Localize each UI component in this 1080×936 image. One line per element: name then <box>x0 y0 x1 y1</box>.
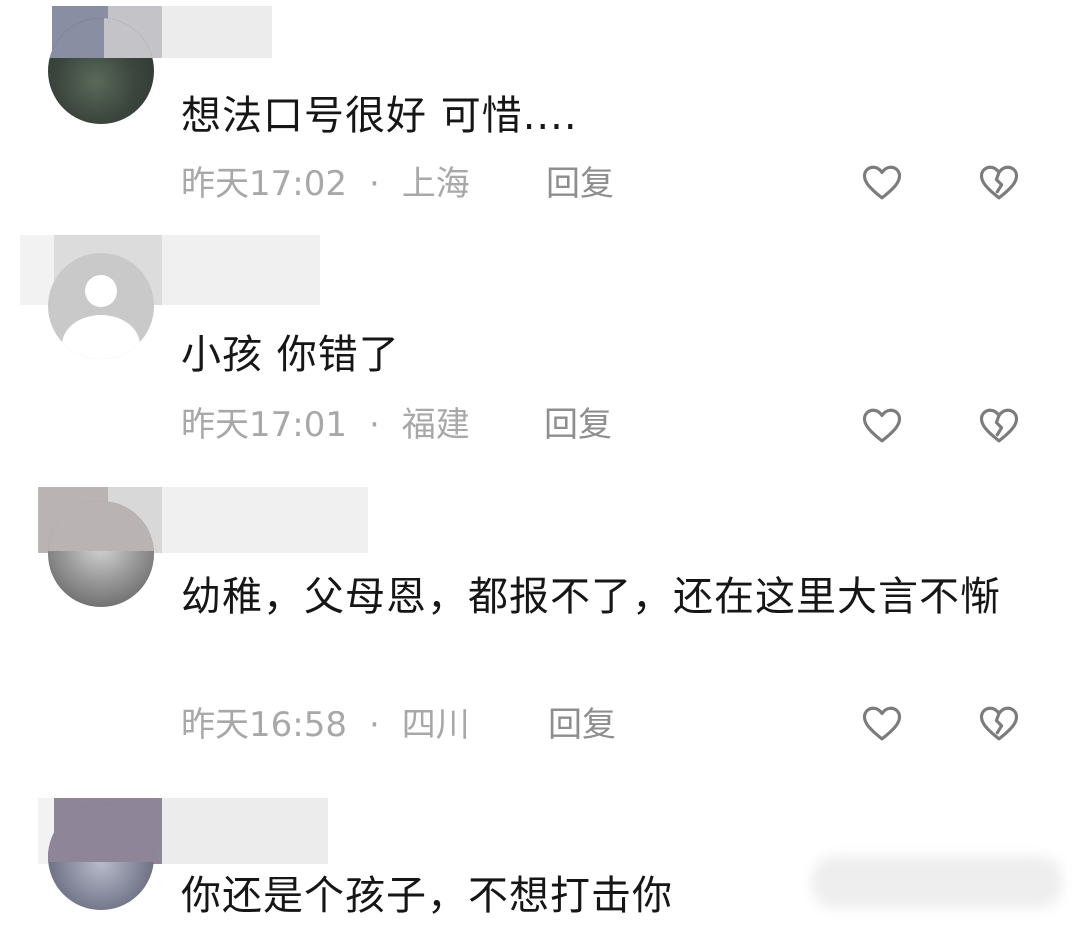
comment-meta: 昨天16:58 · 四川 <box>181 703 470 747</box>
broken-heart-icon[interactable] <box>978 703 1020 745</box>
comment-item: 你还是个孩子，不想打击你 <box>0 790 1080 936</box>
broken-heart-icon[interactable] <box>978 162 1020 204</box>
user-avatar[interactable] <box>48 18 154 124</box>
reply-button[interactable]: 回复 <box>548 703 616 747</box>
comment-time: 昨天17:01 <box>181 405 347 445</box>
user-avatar[interactable] <box>48 501 154 607</box>
comment-meta: 昨天17:01 · 福建 <box>181 403 470 447</box>
comment-item: 幼稚，父母恩，都报不了，还在这里大言不惭 昨天16:58 · 四川 回复 <box>0 475 1080 790</box>
comment-location: 四川 <box>401 705 470 745</box>
comment-meta: 昨天17:02 · 上海 <box>181 162 470 206</box>
comment-item: 想法口号很好 可惜.... 昨天17:02 · 上海 回复 <box>0 0 1080 225</box>
comment-text: 幼稚，父母恩，都报不了，还在这里大言不惭 <box>181 574 1001 620</box>
user-avatar[interactable] <box>48 253 154 359</box>
user-avatar[interactable] <box>48 804 154 910</box>
heart-outline-icon[interactable] <box>861 703 903 745</box>
comment-location: 福建 <box>401 405 470 445</box>
heart-outline-icon[interactable] <box>861 162 903 204</box>
heart-outline-icon[interactable] <box>861 405 903 447</box>
meta-separator: · <box>368 164 380 204</box>
reply-button[interactable]: 回复 <box>544 403 612 447</box>
comment-text: 小孩 你错了 <box>181 332 400 378</box>
comment-time: 昨天16:58 <box>181 705 347 745</box>
comment-item: 小孩 你错了 昨天17:01 · 福建 回复 <box>0 225 1080 475</box>
comment-location: 上海 <box>401 164 470 204</box>
reply-button[interactable]: 回复 <box>546 162 614 206</box>
comment-time: 昨天17:02 <box>181 164 347 204</box>
comment-text: 你还是个孩子，不想打击你 <box>181 873 673 919</box>
comment-text: 想法口号很好 可惜.... <box>181 93 578 139</box>
meta-separator: · <box>368 705 380 745</box>
blurred-element <box>812 856 1062 908</box>
meta-separator: · <box>368 405 380 445</box>
broken-heart-icon[interactable] <box>978 405 1020 447</box>
